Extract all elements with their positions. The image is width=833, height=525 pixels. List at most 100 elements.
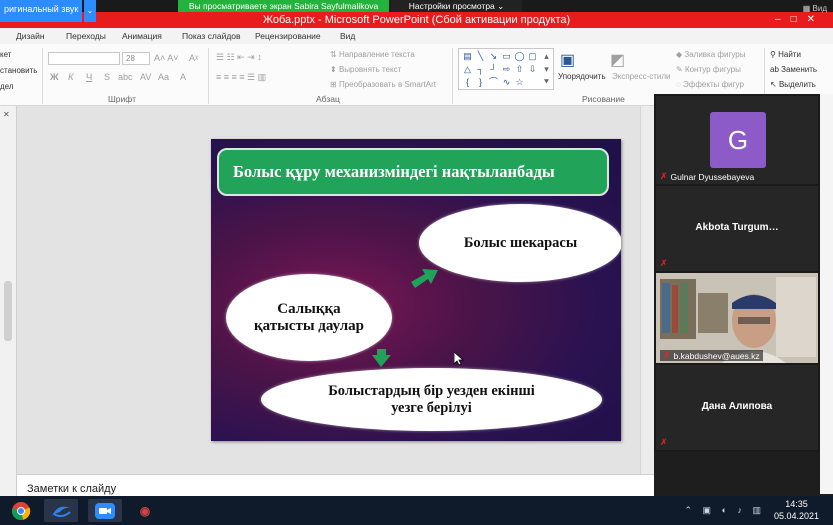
arrow-up-right-icon[interactable] [409,264,441,290]
font-size-combo[interactable]: 28 [122,52,150,65]
participant-name: Gulnar Dyussebayeva [670,171,755,182]
gallery-scroll-down-icon[interactable]: ▾ [541,64,552,75]
bullets-icon[interactable]: ☰ ☷ ⇤ ⇥ ↕ [216,52,262,63]
replace-button[interactable]: ab Заменить [770,65,817,74]
notes-area[interactable]: Заметки к слайду [17,474,654,496]
zoom-app-icon[interactable] [88,499,122,522]
participant-tile-video[interactable]: ✗ b.kabdushev@aues.kz [656,273,818,363]
view-menu-button[interactable]: ▦ Вид [803,4,827,13]
tab-animation[interactable]: Анимация [122,31,162,41]
slides-pane-collapsed[interactable]: ✕ [0,106,17,496]
pane-scroll-thumb[interactable] [4,281,12,341]
smartart-button[interactable]: ⊞ Преобразовать в SmartArt [330,80,436,89]
copy-button[interactable]: становить [0,66,37,75]
ellipse-division[interactable]: Болыстардың бір уезден екінші уезге бері… [261,368,602,431]
shapes-gallery[interactable]: ▤ ╲ ↘ ▭ ◯ ▢ △ ┐ ┘ ⇨ ⇧ ⇩ { } ⌒ ∿ ☆ ▴ ▾ ⯆ [458,48,554,90]
shape-up-arrow-icon[interactable]: ⇧ [514,64,525,75]
taskbar-app[interactable]: ◉ [128,499,162,522]
participant-tile[interactable]: G ✗ Gulnar Dyussebayeva [656,96,818,184]
shape-right-arrow-icon[interactable]: ⇨ [501,64,512,75]
shape-oval-icon[interactable]: ◯ [514,51,525,62]
font-grow-shrink-icons[interactable]: A˄ A˅ [154,53,179,63]
close-icon[interactable]: ✕ [807,14,825,25]
alignment-icons[interactable]: ≡ ≡ ≡ ≡ ☰ ▥ [216,72,266,83]
select-button[interactable]: ↖ Выделить [770,80,816,89]
participant-tile[interactable]: Дана Алипова ✗ [656,365,818,450]
arrow-down-icon[interactable] [371,347,393,369]
shape-outline-button[interactable]: ✎ Контур фигуры [676,65,741,74]
underline-icon[interactable]: Ч [86,72,92,83]
tab-review[interactable]: Рецензирование [255,31,321,41]
strikethrough-icon[interactable]: abc [118,72,133,82]
ribbon-right-edge [820,44,833,94]
pen-icon: ✎ [676,65,685,74]
minimize-icon[interactable]: – [775,14,791,25]
cut-button[interactable]: кет [0,50,11,59]
chrome-icon[interactable] [4,499,38,522]
arrange-button[interactable]: Упорядочить [558,72,606,81]
ellipse-border[interactable]: Болыс шекарасы [419,204,621,282]
shape-bracket-icon[interactable]: { [462,77,473,88]
italic-icon[interactable]: К [68,72,74,83]
original-sound-dropdown-icon[interactable]: ⌄ [84,0,96,22]
font-name-combo[interactable] [48,52,120,65]
copy-label: становить [0,66,38,75]
shape-brace-icon[interactable]: } [475,77,486,88]
edge-icon[interactable] [44,499,78,522]
view-options-button[interactable]: Настройки просмотра ⌄ [391,0,522,12]
tab-slideshow[interactable]: Показ слайдов [182,31,241,41]
ellipse-division-line2: уезге берілуі [391,399,472,416]
mouse-cursor-icon [454,352,464,366]
maximize-icon[interactable]: □ [791,14,807,25]
paste-label: дел [0,82,14,91]
align-text-button[interactable]: ⬍ Выровнять текст [330,65,401,74]
app-icon: ◉ [139,503,151,518]
ellipse-tax[interactable]: Салыққа қатысты даулар [226,274,392,361]
shape-fill-button[interactable]: ◆ Заливка фигуры [676,50,745,59]
close-pane-icon[interactable]: ✕ [3,110,10,119]
find-button[interactable]: ⚲ Найти [770,50,801,59]
shape-triangle-icon[interactable]: △ [462,64,473,75]
system-tray-icons[interactable]: ⌃ ▣ ◐ ♪ ▥ [685,505,766,516]
shape-elbow2-icon[interactable]: ┘ [488,64,499,75]
font-color-icon[interactable]: A [180,72,186,82]
shape-line-icon[interactable]: ╲ [475,51,486,62]
clear-format-icon[interactable]: Aᵡ [189,53,198,63]
drawing-group-label: Рисование [582,94,625,104]
chrome-logo [11,501,31,520]
tab-design[interactable]: Дизайн [16,31,45,41]
smartart-label: Преобразовать в SmartArt [338,80,436,89]
gallery-more-icon[interactable]: ⯆ [541,77,552,88]
participant-tile[interactable]: Akbota Turgum… ✗ [656,186,818,271]
replace-icon: ab [770,65,782,74]
gallery-scroll-icon[interactable]: ▴ [541,51,552,62]
shape-star-icon[interactable]: ☆ [514,77,525,88]
shape-curve2-icon[interactable]: ∿ [501,77,512,88]
original-sound-button[interactable]: ригинальный звук [0,0,82,22]
shape-elbow-icon[interactable]: ┐ [475,64,486,75]
text-direction-button[interactable]: ⇅ Направление текста [330,50,415,59]
text-direction-label: Направление текста [338,50,415,59]
shape-down-arrow-icon[interactable]: ⇩ [527,64,538,75]
tab-view[interactable]: Вид [340,31,355,41]
participant-name-tag: ✗ [660,258,668,269]
shape-rect-icon[interactable]: ▭ [501,51,512,62]
express-styles-button[interactable]: Экспресс-стили [612,72,671,81]
paste-button[interactable]: дел [0,82,14,91]
case-icon[interactable]: Aa [158,72,169,82]
shadow-icon[interactable]: S [104,72,110,82]
slide[interactable]: Болыс құру механизміндегі нақтыланбады Б… [211,139,621,441]
window-controls[interactable]: –□✕ [775,12,825,28]
clock[interactable]: 14:35 05.04.2021 [774,498,819,522]
shape-arrow-icon[interactable]: ↘ [488,51,499,62]
spacing-icon[interactable]: AV [140,72,151,82]
ribbon-tabs: Дизайн Переходы Анимация Показ слайдов Р… [0,28,833,44]
shape-rounded-icon[interactable]: ▢ [527,51,538,62]
shape-effects-button[interactable]: ◌ Эффекты фигур [676,80,744,89]
canvas-scrollbar[interactable] [640,106,654,474]
bold-icon[interactable]: Ж [50,72,59,83]
shape-curve-icon[interactable]: ⌒ [488,77,499,88]
slide-title[interactable]: Болыс құру механизміндегі нақтыланбады [217,148,609,196]
tab-transitions[interactable]: Переходы [66,31,106,41]
shape-textbox-icon[interactable]: ▤ [462,51,473,62]
